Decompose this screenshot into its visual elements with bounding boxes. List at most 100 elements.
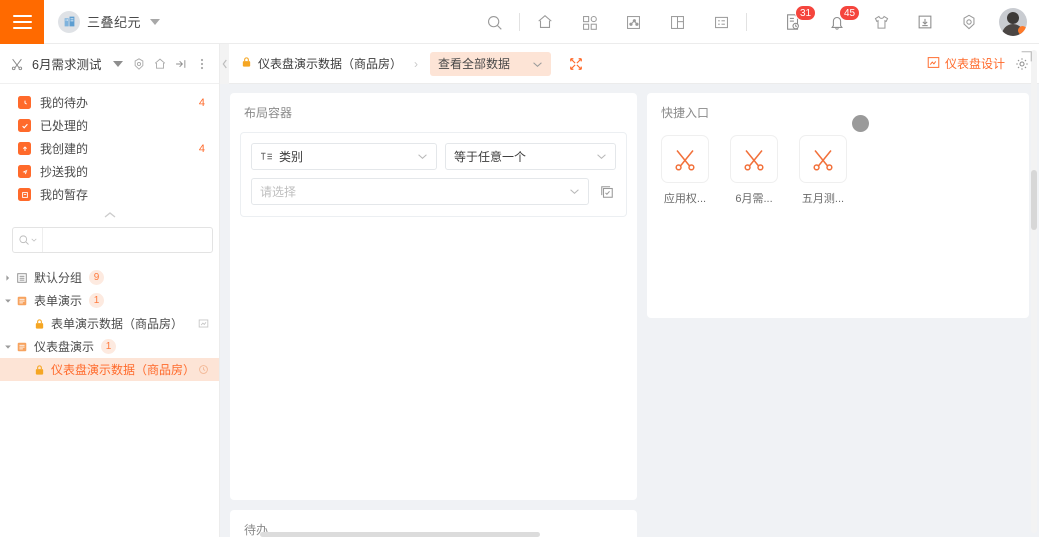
text-field-icon: [260, 151, 273, 162]
chevron-up-icon[interactable]: [0, 207, 219, 223]
home-icon[interactable]: [152, 53, 169, 75]
divider: [519, 13, 520, 31]
tree-node-dashboard-demo[interactable]: 仪表盘演示 1: [0, 335, 219, 358]
sidebar-item-my-todo[interactable]: 我的待办 4: [0, 91, 219, 114]
analytics-icon[interactable]: [611, 0, 655, 44]
dashboard-row-1: 布局容器 类别 等于任意一个 请选择 待办 快捷入口 应用权... 6月需...…: [230, 93, 1029, 537]
sidebar-item-label: 我创建的: [40, 142, 89, 156]
layout-container-card: 布局容器 类别 等于任意一个 请选择: [230, 93, 637, 500]
settings-hex-icon[interactable]: [131, 53, 148, 75]
tree-node-count: 9: [89, 270, 105, 285]
collapse-panel-icon[interactable]: [173, 53, 190, 75]
tree-leaf-dashboard-demo-data[interactable]: 仪表盘演示数据（商品房）: [0, 358, 219, 381]
dashboard-grid-icon[interactable]: [655, 0, 699, 44]
sidebar-item-created-by-me[interactable]: 我创建的 4: [0, 137, 219, 160]
search-input[interactable]: [43, 228, 212, 252]
layout-container-title: 布局容器: [244, 106, 293, 120]
tree-node-count: 1: [89, 293, 105, 308]
quick-entry-card: 快捷入口 应用权... 6月需... 五月测...: [647, 93, 1029, 318]
chevron-down-icon[interactable]: [109, 53, 126, 75]
form-list-icon[interactable]: [699, 0, 743, 44]
quick-entry-item[interactable]: 应用权...: [661, 135, 709, 206]
filter-field-label: 类别: [279, 150, 304, 164]
send-icon: [18, 165, 31, 178]
hamburger-menu-button[interactable]: [0, 0, 44, 44]
sidebar-collapse-handle[interactable]: [220, 43, 229, 84]
clock-icon[interactable]: [198, 364, 209, 375]
copy-check-icon[interactable]: [597, 178, 616, 205]
hamburger-icon: [12, 14, 32, 17]
form-folder-icon: [16, 295, 28, 307]
shirt-icon[interactable]: [859, 0, 903, 44]
dashboard-design-button[interactable]: 仪表盘设计: [927, 55, 1005, 72]
drag-dot-handle[interactable]: [852, 115, 869, 132]
app-shortcut-icon: [730, 135, 778, 183]
avatar[interactable]: [999, 8, 1027, 36]
breadcrumb-separator: ›: [414, 56, 419, 71]
org-switcher[interactable]: 三叠纪元: [58, 10, 161, 33]
app-shortcut-icon: [661, 135, 709, 183]
chart-icon[interactable]: [198, 318, 209, 329]
search-input-wrapper[interactable]: [12, 227, 213, 253]
home-icon[interactable]: [523, 0, 567, 44]
download-icon[interactable]: [903, 0, 947, 44]
expand-arrows-icon[interactable]: [569, 57, 583, 71]
quick-entry-item[interactable]: 6月需...: [730, 135, 778, 206]
collapse-corner-icon[interactable]: [1019, 50, 1033, 67]
more-vertical-icon[interactable]: [194, 53, 211, 75]
tree-node-label: 仪表盘演示数据（商品房）: [51, 363, 196, 377]
tree-node-form-demo[interactable]: 表单演示 1: [0, 289, 219, 312]
sidebar-item-processed[interactable]: 已处理的: [0, 114, 219, 137]
building-icon: [58, 10, 80, 33]
design-icon: [927, 56, 940, 72]
chevron-down-icon: [150, 18, 161, 25]
created-icon: [18, 142, 31, 155]
tree-node-label: 表单演示数据（商品房）: [51, 317, 184, 331]
vertical-scrollbar[interactable]: [1031, 50, 1037, 533]
search-icon[interactable]: [472, 0, 516, 44]
sidebar-item-cc-to-me[interactable]: 抄送我的: [0, 160, 219, 183]
filter-value-select[interactable]: 请选择: [251, 178, 589, 205]
quick-entry-item[interactable]: 五月测...: [799, 135, 847, 206]
chevron-right-icon[interactable]: [0, 274, 16, 282]
quick-entry-label: 6月需...: [735, 193, 773, 205]
document-clock-icon[interactable]: 31: [771, 0, 817, 44]
apps-grid-icon[interactable]: [567, 0, 611, 44]
filter-row-1: 类别 等于任意一个: [251, 143, 616, 170]
tree-leaf-form-demo-data[interactable]: 表单演示数据（商品房）: [0, 312, 219, 335]
bell-badge-count: 45: [839, 5, 861, 21]
chevron-down-icon[interactable]: [0, 297, 16, 305]
breadcrumb-right-actions: 仪表盘设计: [927, 55, 1029, 72]
breadcrumb-title[interactable]: 仪表盘演示数据（商品房）: [258, 55, 402, 72]
sidebar-item-my-drafts[interactable]: 我的暂存: [0, 183, 219, 206]
tree-node-label: 默认分组: [34, 271, 83, 285]
topbar-center-nav: [472, 0, 750, 44]
sidebar-quick-list: 我的待办 4 已处理的 我创建的 4 抄送我的 我的暂存: [0, 84, 219, 223]
avatar-status-dot: [1018, 26, 1027, 35]
chevron-down-icon: [417, 153, 428, 160]
sidebar-search-row: +: [0, 223, 232, 263]
folder-list-icon: [16, 272, 28, 284]
filter-operator-select[interactable]: 等于任意一个: [445, 143, 616, 170]
search-icon[interactable]: [13, 228, 43, 252]
breadcrumb-bar: 仪表盘演示数据（商品房） › 查看全部数据 仪表盘设计: [220, 43, 1039, 84]
filter-box: 类别 等于任意一个 请选择: [240, 132, 627, 217]
sidebar-app-title: 6月需求测试: [32, 58, 102, 72]
view-selector[interactable]: 查看全部数据: [430, 51, 552, 76]
settings-hex-icon[interactable]: [947, 0, 991, 44]
tree-node-label: 仪表盘演示: [34, 340, 95, 354]
horizontal-scrollbar[interactable]: [260, 532, 540, 537]
bell-icon[interactable]: 45: [815, 0, 861, 44]
tree-node-default-group[interactable]: 默认分组 9: [0, 266, 219, 289]
sidebar-item-count: 4: [198, 96, 205, 109]
filter-operator-label: 等于任意一个: [454, 150, 527, 164]
app-root: 三叠纪元 31 45 6月需求测试 我的待办 4 已处理的 我创建的 4 抄送我…: [0, 0, 1039, 537]
chevron-down-icon: [596, 153, 607, 160]
lock-icon: [34, 364, 45, 376]
chevron-down-icon[interactable]: [0, 343, 16, 351]
scrollbar-thumb[interactable]: [1031, 170, 1037, 230]
sidebar: 6月需求测试 我的待办 4 已处理的 我创建的 4 抄送我的 我的暂存 默认分组…: [0, 44, 232, 537]
filter-field-select[interactable]: 类别: [251, 143, 437, 170]
todo-icon: [18, 96, 31, 109]
breadcrumb: 仪表盘演示数据（商品房） › 查看全部数据: [241, 51, 583, 76]
